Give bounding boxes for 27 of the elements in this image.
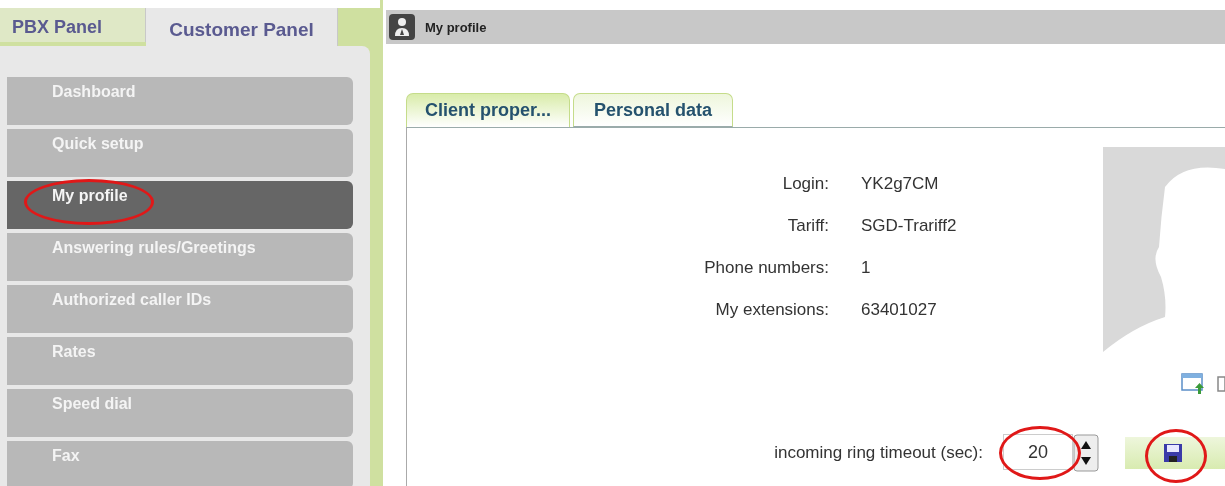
field-label: Tariff: — [786, 216, 829, 236]
tab[interactable]: Personal data — [573, 93, 734, 127]
sidebar-item[interactable]: Authorized caller IDs — [7, 285, 353, 333]
sidebar-item[interactable]: My profile — [7, 181, 353, 229]
window-title: My profile — [425, 19, 487, 35]
field-label: My extensions: — [714, 300, 829, 320]
sidebar-item[interactable]: Answering rules/Greetings — [7, 233, 353, 281]
ring-timeout-field[interactable]: 20 — [1003, 434, 1073, 470]
field-value: 1 — [861, 258, 872, 278]
panel-tab[interactable]: PBX Panel — [0, 8, 146, 42]
sidebar-item[interactable]: Speed dial — [7, 389, 353, 437]
field-value: SGD-Trariff2 — [861, 216, 958, 236]
spinner-arrows-icon[interactable] — [1073, 434, 1099, 472]
save-button[interactable] — [1125, 437, 1225, 469]
upload-icon[interactable] — [1181, 373, 1205, 395]
ring-timeout-label: incoming ring timeout (sec): — [774, 443, 983, 463]
sidebar-item[interactable]: Dashboard — [7, 77, 353, 125]
panel-tab[interactable]: Customer Panel — [146, 8, 338, 46]
sidebar-item[interactable]: Rates — [7, 337, 353, 385]
sidebar-item[interactable]: Fax — [7, 441, 353, 486]
field-value: YK2g7CM — [861, 174, 940, 194]
user-icon — [389, 14, 415, 40]
tab[interactable]: Client proper... — [406, 93, 571, 127]
sidebar-item[interactable]: Quick setup — [7, 129, 353, 177]
field-label: Phone numbers: — [703, 258, 829, 278]
field-label: Login: — [781, 174, 829, 194]
field-value: 63401027 — [861, 300, 938, 320]
